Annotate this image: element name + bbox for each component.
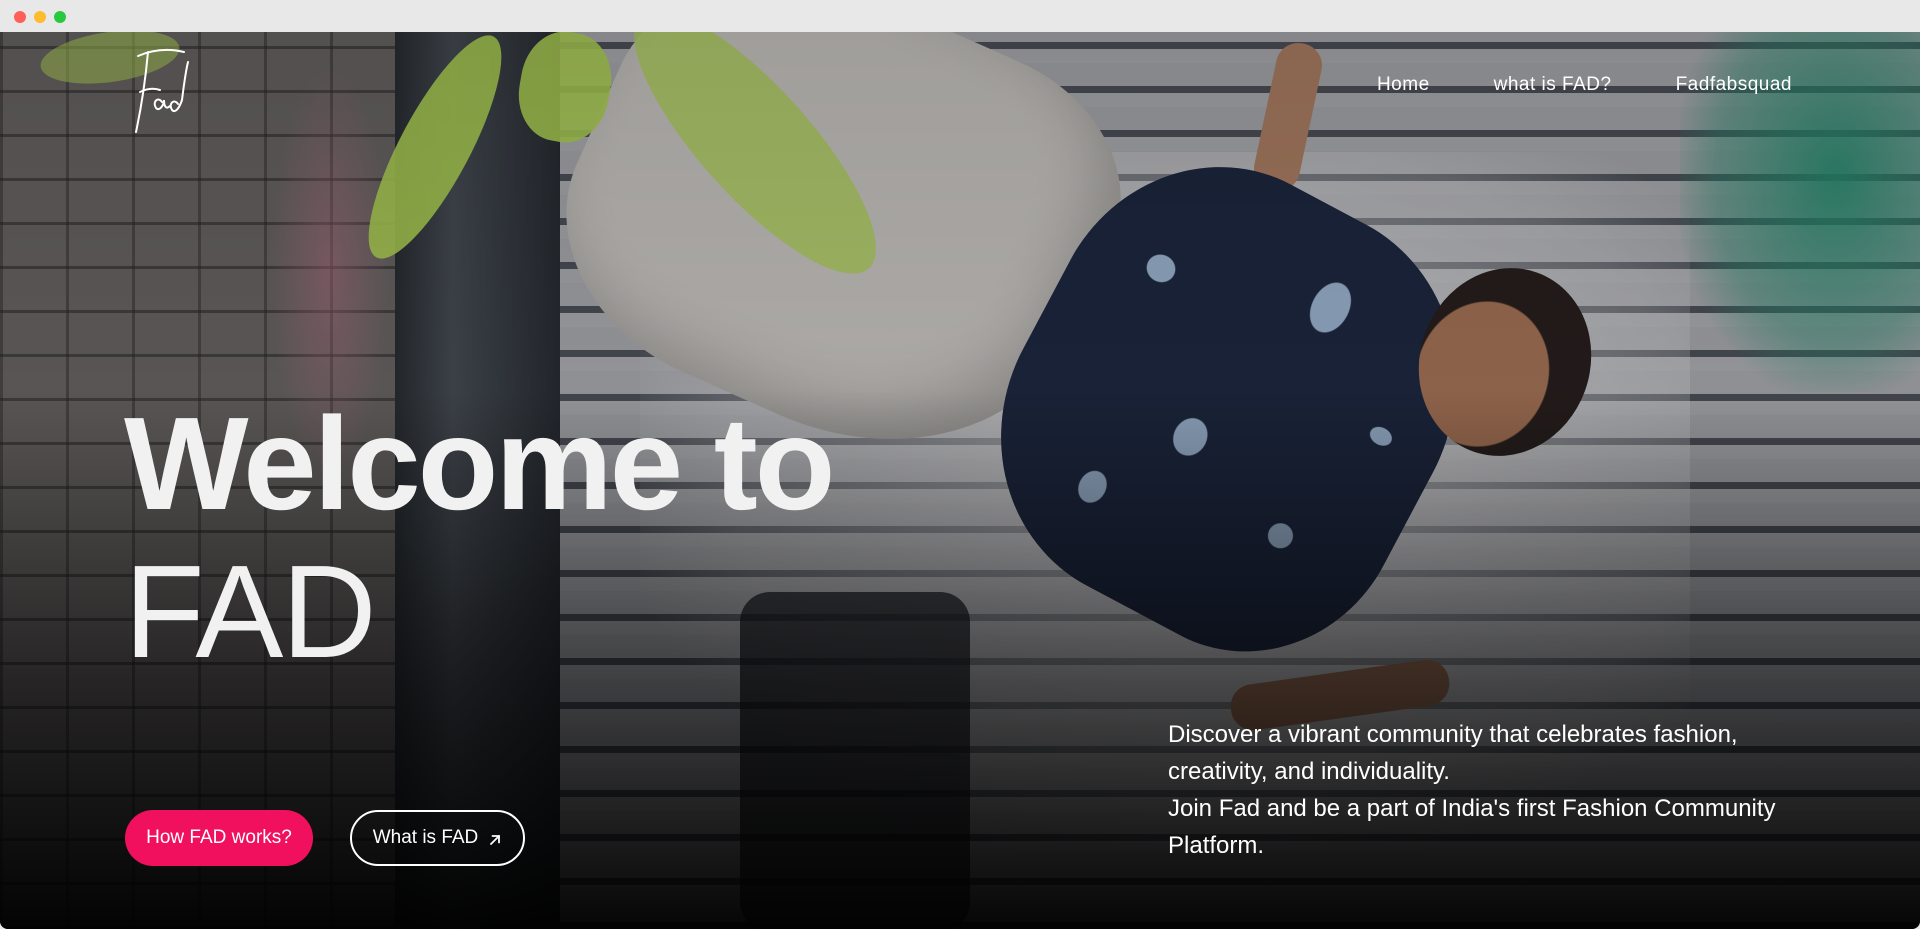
maximize-window-icon[interactable] [54,11,66,23]
close-window-icon[interactable] [14,11,26,23]
hero-description: Discover a vibrant community that celebr… [1168,716,1788,864]
minimize-window-icon[interactable] [34,11,46,23]
hero-title-line-1: Welcome to [124,390,835,537]
hero-title: Welcome to FAD [124,390,835,686]
hero-title-line-2: FAD [124,538,377,685]
arrow-up-right-icon [488,831,502,845]
nav-item-home[interactable]: Home [1377,74,1430,96]
hero-section: Home what is FAD? Fadfabsquad Welcome to… [0,32,1920,929]
browser-window-chrome [0,0,1920,32]
hero-description-paragraph-2: Join Fad and be a part of India's first … [1168,795,1776,859]
fad-script-logo-icon[interactable] [128,44,198,134]
main-navigation: Home what is FAD? Fadfabsquad [1377,74,1792,96]
how-fad-works-label: How FAD works? [146,827,292,848]
what-is-fad-label: What is FAD [372,827,479,848]
how-fad-works-button[interactable]: How FAD works? [125,810,313,866]
nav-item-fadfabsquad[interactable]: Fadfabsquad [1676,74,1792,96]
nav-item-what-is-fad[interactable]: what is FAD? [1494,74,1612,96]
what-is-fad-button[interactable]: What is FAD [350,810,525,866]
hero-description-paragraph-1: Discover a vibrant community that celebr… [1168,721,1738,785]
